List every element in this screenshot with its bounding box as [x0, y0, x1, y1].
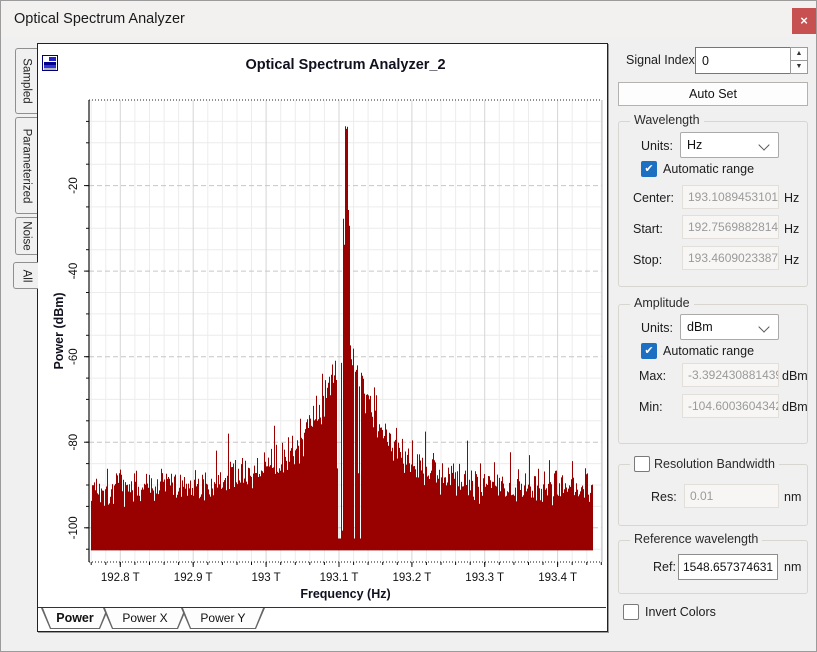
spinner-up-icon: ▲ [796, 50, 803, 57]
wavelength-units-label: Units: [641, 139, 673, 153]
svg-text:193.1 T: 193.1 T [320, 572, 359, 584]
stop-value: 193.4609023387 [682, 246, 779, 270]
invert-colors-label: Invert Colors [645, 605, 716, 619]
tab-noise[interactable]: Noise [15, 217, 37, 255]
svg-text:193.4 T: 193.4 T [538, 572, 577, 584]
close-button[interactable]: × [792, 8, 816, 34]
wavelength-units-select[interactable]: Hz [680, 132, 779, 158]
svg-text:193.3 T: 193.3 T [465, 572, 504, 584]
stop-label: Stop: [633, 253, 662, 267]
stop-unit: Hz [784, 253, 799, 267]
wavelength-auto-range-checkbox[interactable]: ✔ [641, 161, 657, 177]
reference-wavelength-title: Reference wavelength [630, 532, 762, 546]
wavelength-group-title: Wavelength [630, 113, 704, 127]
svg-text:193 T: 193 T [251, 572, 280, 584]
tab-power[interactable]: Power [41, 608, 109, 629]
invert-colors-checkbox[interactable]: ✔ [623, 604, 639, 620]
start-value: 192.7569882814 [682, 215, 779, 239]
resolution-bandwidth-checkbox[interactable]: ✔ [634, 456, 650, 472]
svg-text:193.2 T: 193.2 T [393, 572, 432, 584]
tab-parameterized[interactable]: Parameterized [15, 117, 37, 214]
amplitude-group-title: Amplitude [630, 296, 694, 310]
start-label: Start: [633, 222, 663, 236]
center-value: 193.1089453101 [682, 185, 779, 209]
svg-text:Power (dBm): Power (dBm) [52, 292, 66, 369]
amplitude-auto-range-label: Automatic range [663, 344, 754, 358]
start-unit: Hz [784, 222, 799, 236]
close-icon: × [800, 13, 808, 28]
tab-power-x[interactable]: Power X [103, 608, 187, 629]
chevron-down-icon [758, 321, 769, 332]
svg-text:192.9 T: 192.9 T [174, 572, 213, 584]
svg-text:-40: -40 [68, 263, 80, 280]
check-icon: ✔ [644, 164, 653, 175]
ref-input[interactable] [678, 554, 778, 580]
max-unit: dBm [782, 369, 808, 383]
svg-text:192.8 T: 192.8 T [101, 572, 140, 584]
amplitude-units-select[interactable]: dBm [680, 314, 779, 340]
min-value: -104.6003604342 [682, 394, 779, 418]
svg-text:-20: -20 [68, 177, 80, 194]
spectrum-plot[interactable]: 192.8 T 192.9 T 193 T 193.1 T 193.2 T 193.3 T… [51, 93, 611, 605]
svg-text:-60: -60 [68, 348, 80, 365]
amplitude-units-label: Units: [641, 321, 673, 335]
res-label: Res: [651, 490, 677, 504]
svg-text:Frequency (Hz): Frequency (Hz) [300, 587, 390, 601]
spinner-down-icon: ▼ [796, 63, 803, 70]
graph-properties-icon[interactable] [42, 55, 58, 71]
res-value: 0.01 [684, 484, 779, 508]
auto-set-button[interactable]: Auto Set [618, 82, 808, 106]
max-value: -3.392430881439 [682, 363, 779, 387]
amplitude-auto-range-checkbox[interactable]: ✔ [641, 343, 657, 359]
window-title: Optical Spectrum Analyzer [14, 1, 185, 37]
min-unit: dBm [782, 400, 808, 414]
osa-window: Optical Spectrum Analyzer × Sampled Para… [0, 0, 817, 652]
center-unit: Hz [784, 191, 799, 205]
tab-power-y[interactable]: Power Y [181, 608, 265, 629]
tab-all[interactable]: All [13, 262, 38, 289]
signal-index-input[interactable] [695, 47, 791, 74]
chevron-down-icon [758, 139, 769, 150]
signal-index-up-button[interactable]: ▲ [790, 47, 808, 61]
chart-title: Optical Spectrum Analyzer_2 [89, 57, 602, 73]
window-titlebar[interactable]: Optical Spectrum Analyzer × [1, 1, 816, 37]
resolution-bandwidth-title: Resolution Bandwidth [654, 457, 775, 471]
min-label: Min: [639, 400, 663, 414]
tab-sampled[interactable]: Sampled [15, 48, 37, 114]
ref-label: Ref: [653, 560, 676, 574]
res-unit: nm [784, 490, 801, 504]
svg-text:-80: -80 [68, 434, 80, 451]
signal-index-down-button[interactable]: ▼ [790, 60, 808, 74]
ref-unit: nm [784, 560, 801, 574]
check-icon: ✔ [644, 346, 653, 357]
svg-text:-100: -100 [68, 516, 80, 539]
signal-index-label: Signal Index: [626, 53, 698, 67]
center-label: Center: [633, 191, 674, 205]
wavelength-auto-range-label: Automatic range [663, 162, 754, 176]
max-label: Max: [639, 369, 666, 383]
